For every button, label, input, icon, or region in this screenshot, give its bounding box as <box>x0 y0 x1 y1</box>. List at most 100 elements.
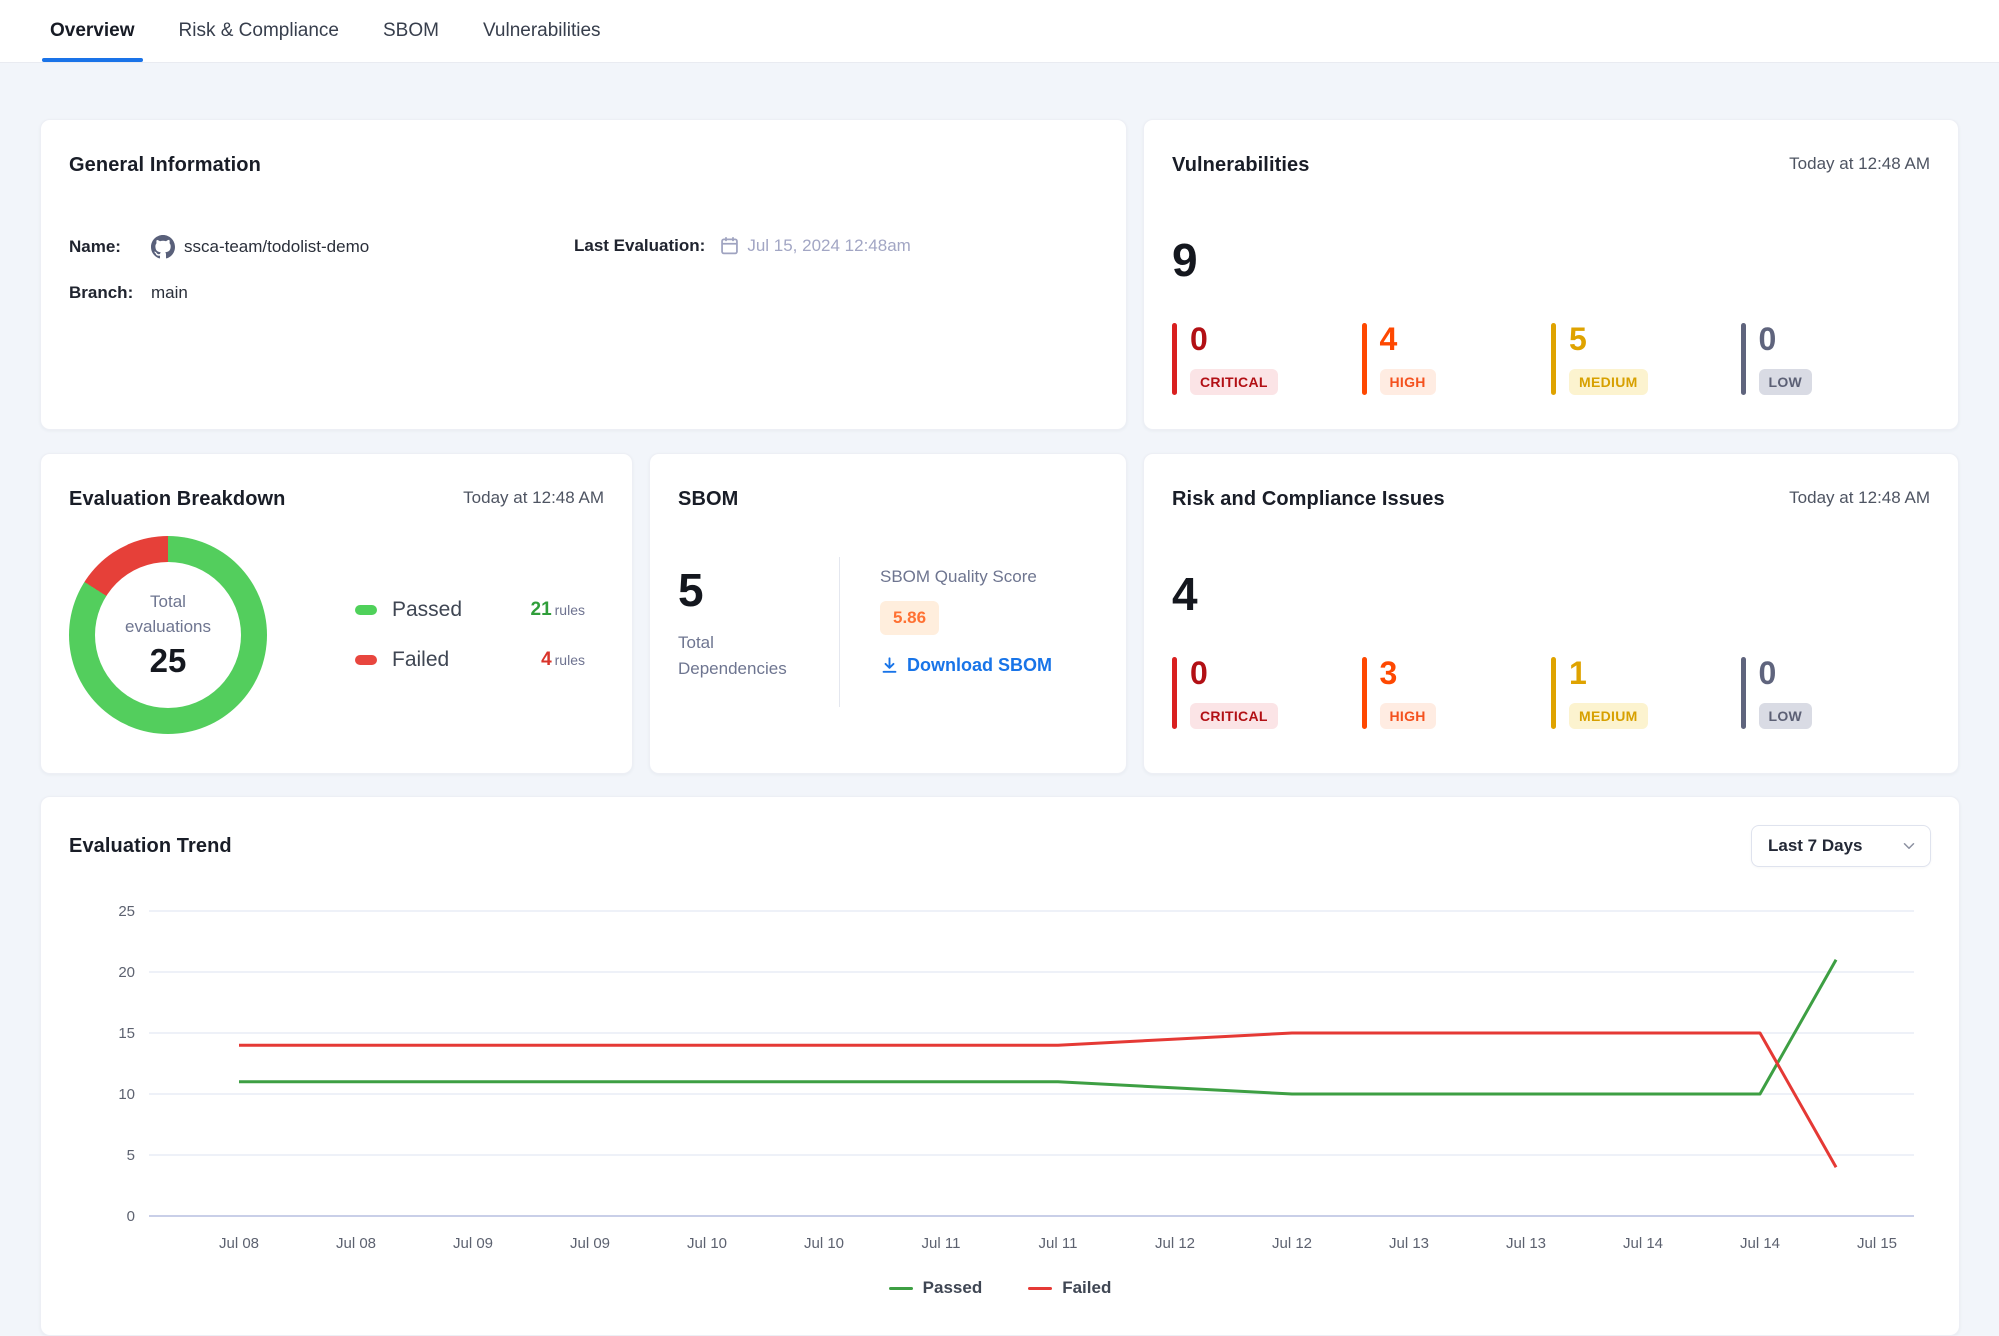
donut-center: Total evaluations 25 <box>95 562 241 708</box>
svg-text:Jul 14: Jul 14 <box>1623 1235 1663 1252</box>
trend-legend-swatch <box>1028 1287 1052 1290</box>
svg-text:Jul 10: Jul 10 <box>804 1235 844 1252</box>
severity-count: 5 <box>1569 323 1587 357</box>
legend-label: Passed <box>392 598 462 622</box>
evaluations-donut-chart: Total evaluations 25 <box>69 536 267 734</box>
series-line-failed <box>239 1033 1836 1167</box>
general-information-card: General Information Name: ssca-team/todo… <box>40 119 1127 430</box>
trend-legend-swatch <box>889 1287 913 1290</box>
svg-text:10: 10 <box>118 1086 135 1103</box>
severity-count: 0 <box>1759 657 1777 691</box>
severity-bar <box>1172 323 1177 395</box>
severity-badge: MEDIUM <box>1569 703 1648 729</box>
tab-risk-compliance[interactable]: Risk & Compliance <box>179 0 340 62</box>
general-information-body: Name: ssca-team/todolist-demo Branch: ma… <box>69 235 1098 303</box>
last-evaluation-value: Jul 15, 2024 12:48am <box>747 236 911 256</box>
severity-badge: CRITICAL <box>1190 369 1278 395</box>
vulnerabilities-total: 9 <box>1172 237 1930 283</box>
severity-bar <box>1551 657 1556 729</box>
severity-bar <box>1172 657 1177 729</box>
severity-bar <box>1741 657 1746 729</box>
severity-body: 4 HIGH <box>1380 323 1436 395</box>
sbom-card: SBOM 5 Total Dependencies SBOM Quality S… <box>649 453 1127 774</box>
dashboard-page: Overview Risk & Compliance SBOM Vulnerabili… <box>0 0 1999 1336</box>
evaluation-trend-title: Evaluation Trend <box>69 835 232 858</box>
donut-center-label: Total evaluations <box>112 590 224 639</box>
tab-overview[interactable]: Overview <box>50 0 135 62</box>
tab-vulnerabilities[interactable]: Vulnerabilities <box>483 0 601 62</box>
risk-compliance-title: Risk and Compliance Issues <box>1172 488 1445 511</box>
sbom-divider <box>839 557 840 707</box>
legend-swatch-failed <box>355 655 377 665</box>
breakdown-legend: Passed21rulesFailed4rules <box>355 598 585 672</box>
evaluation-breakdown-title: Evaluation Breakdown <box>69 488 286 511</box>
severity-badge: LOW <box>1759 369 1813 395</box>
series-line-passed <box>239 960 1836 1094</box>
vulnerabilities-title: Vulnerabilities <box>1172 154 1309 177</box>
legend-count-value: 21 <box>531 599 552 620</box>
repo-name-row: Name: ssca-team/todolist-demo <box>69 235 574 259</box>
time-range-value: Last 7 Days <box>1768 836 1863 856</box>
branch-row: Branch: main <box>69 283 574 303</box>
svg-text:Jul 13: Jul 13 <box>1506 1235 1546 1252</box>
severity-count: 0 <box>1190 323 1208 357</box>
trend-chart-legend: Passed Failed <box>69 1278 1931 1298</box>
svg-text:Jul 08: Jul 08 <box>219 1235 259 1252</box>
evaluation-breakdown-timestamp: Today at 12:48 AM <box>463 488 604 508</box>
svg-text:Jul 15: Jul 15 <box>1857 1235 1897 1252</box>
evaluation-breakdown-card: Evaluation Breakdown Today at 12:48 AM T… <box>40 453 633 774</box>
legend-swatch-passed <box>355 605 377 615</box>
svg-text:20: 20 <box>118 964 135 981</box>
general-information-title: General Information <box>69 154 261 177</box>
tab-label: SBOM <box>383 20 439 42</box>
svg-text:Jul 14: Jul 14 <box>1740 1235 1780 1252</box>
vulnerabilities-timestamp: Today at 12:48 AM <box>1789 154 1930 174</box>
trend-legend-label: Failed <box>1062 1278 1111 1298</box>
severity-body: 3HIGH <box>1380 657 1436 729</box>
svg-text:15: 15 <box>118 1025 135 1042</box>
severity-body: 5MEDIUM <box>1569 323 1648 395</box>
legend-count-value: 4 <box>541 649 552 670</box>
vulnerabilities-card: Vulnerabilities Today at 12:48 AM 9 0 CRI… <box>1143 119 1959 430</box>
legend-count-unit: rules <box>555 602 585 618</box>
severity-item-critical: 0CRITICAL <box>1172 657 1362 729</box>
sbom-quality-score-label: SBOM Quality Score <box>880 567 1052 587</box>
download-sbom-link[interactable]: Download SBOM <box>880 655 1052 676</box>
last-evaluation-label: Last Evaluation: <box>574 236 705 256</box>
severity-item-critical: 0 CRITICAL <box>1172 323 1362 395</box>
severity-bar <box>1362 657 1367 729</box>
tab-label: Overview <box>50 20 135 42</box>
svg-text:Jul 12: Jul 12 <box>1272 1235 1312 1252</box>
github-icon <box>151 235 175 259</box>
evaluation-trend-card: Evaluation Trend Last 7 Days 0510152025J… <box>40 796 1960 1336</box>
calendar-icon <box>719 235 740 256</box>
tab-label: Risk & Compliance <box>179 20 340 42</box>
trend-legend-item-passed: Passed <box>889 1278 983 1298</box>
tab-label: Vulnerabilities <box>483 20 601 42</box>
severity-count: 1 <box>1569 657 1587 691</box>
severity-badge: HIGH <box>1380 369 1436 395</box>
severity-count: 3 <box>1380 657 1398 691</box>
svg-text:Jul 12: Jul 12 <box>1155 1235 1195 1252</box>
severity-body: 0LOW <box>1759 323 1813 395</box>
chevron-down-icon <box>1900 837 1918 855</box>
branch-name: main <box>151 283 188 303</box>
severity-count: 0 <box>1190 657 1208 691</box>
risk-compliance-severity-row: 0CRITICAL 3HIGH 1 MEDIUM 0 LOW <box>1172 657 1930 729</box>
time-range-select[interactable]: Last 7 Days <box>1751 825 1931 867</box>
legend-row-passed: Passed 21rules <box>355 598 585 622</box>
risk-compliance-card: Risk and Compliance Issues Today at 12:4… <box>1143 453 1959 774</box>
branch-label: Branch: <box>69 283 151 303</box>
severity-badge: LOW <box>1759 703 1813 729</box>
svg-text:Jul 11: Jul 11 <box>922 1235 961 1252</box>
risk-compliance-timestamp: Today at 12:48 AM <box>1789 488 1930 508</box>
svg-text:5: 5 <box>127 1147 135 1164</box>
severity-item-high: 3HIGH <box>1362 657 1552 729</box>
severity-item-medium: 1 MEDIUM <box>1551 657 1741 729</box>
svg-text:Jul 09: Jul 09 <box>453 1235 493 1252</box>
severity-body: 0CRITICAL <box>1190 657 1278 729</box>
tab-sbom[interactable]: SBOM <box>383 0 439 62</box>
severity-count: 4 <box>1380 323 1398 357</box>
name-label: Name: <box>69 237 151 257</box>
trend-legend-label: Passed <box>923 1278 983 1298</box>
